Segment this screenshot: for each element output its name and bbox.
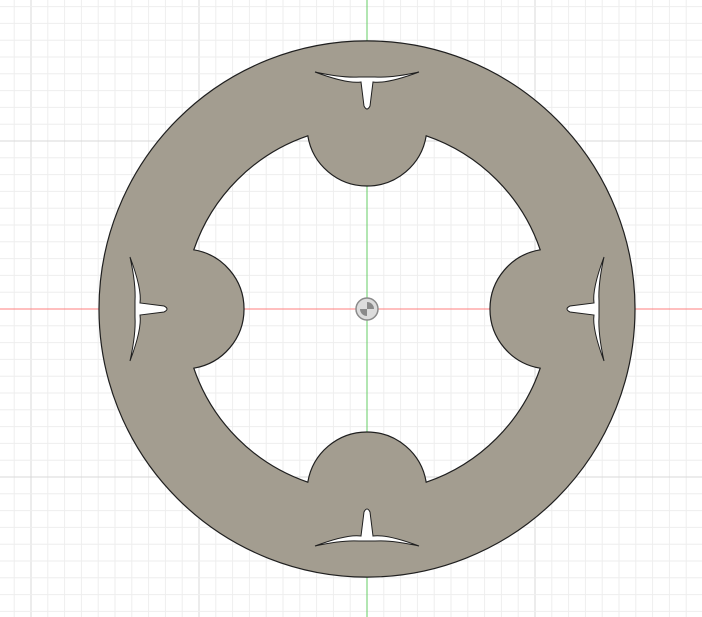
sketch-viewport[interactable] — [0, 0, 702, 617]
design-canvas[interactable] — [0, 0, 702, 617]
origin-point-icon[interactable] — [355, 297, 379, 321]
